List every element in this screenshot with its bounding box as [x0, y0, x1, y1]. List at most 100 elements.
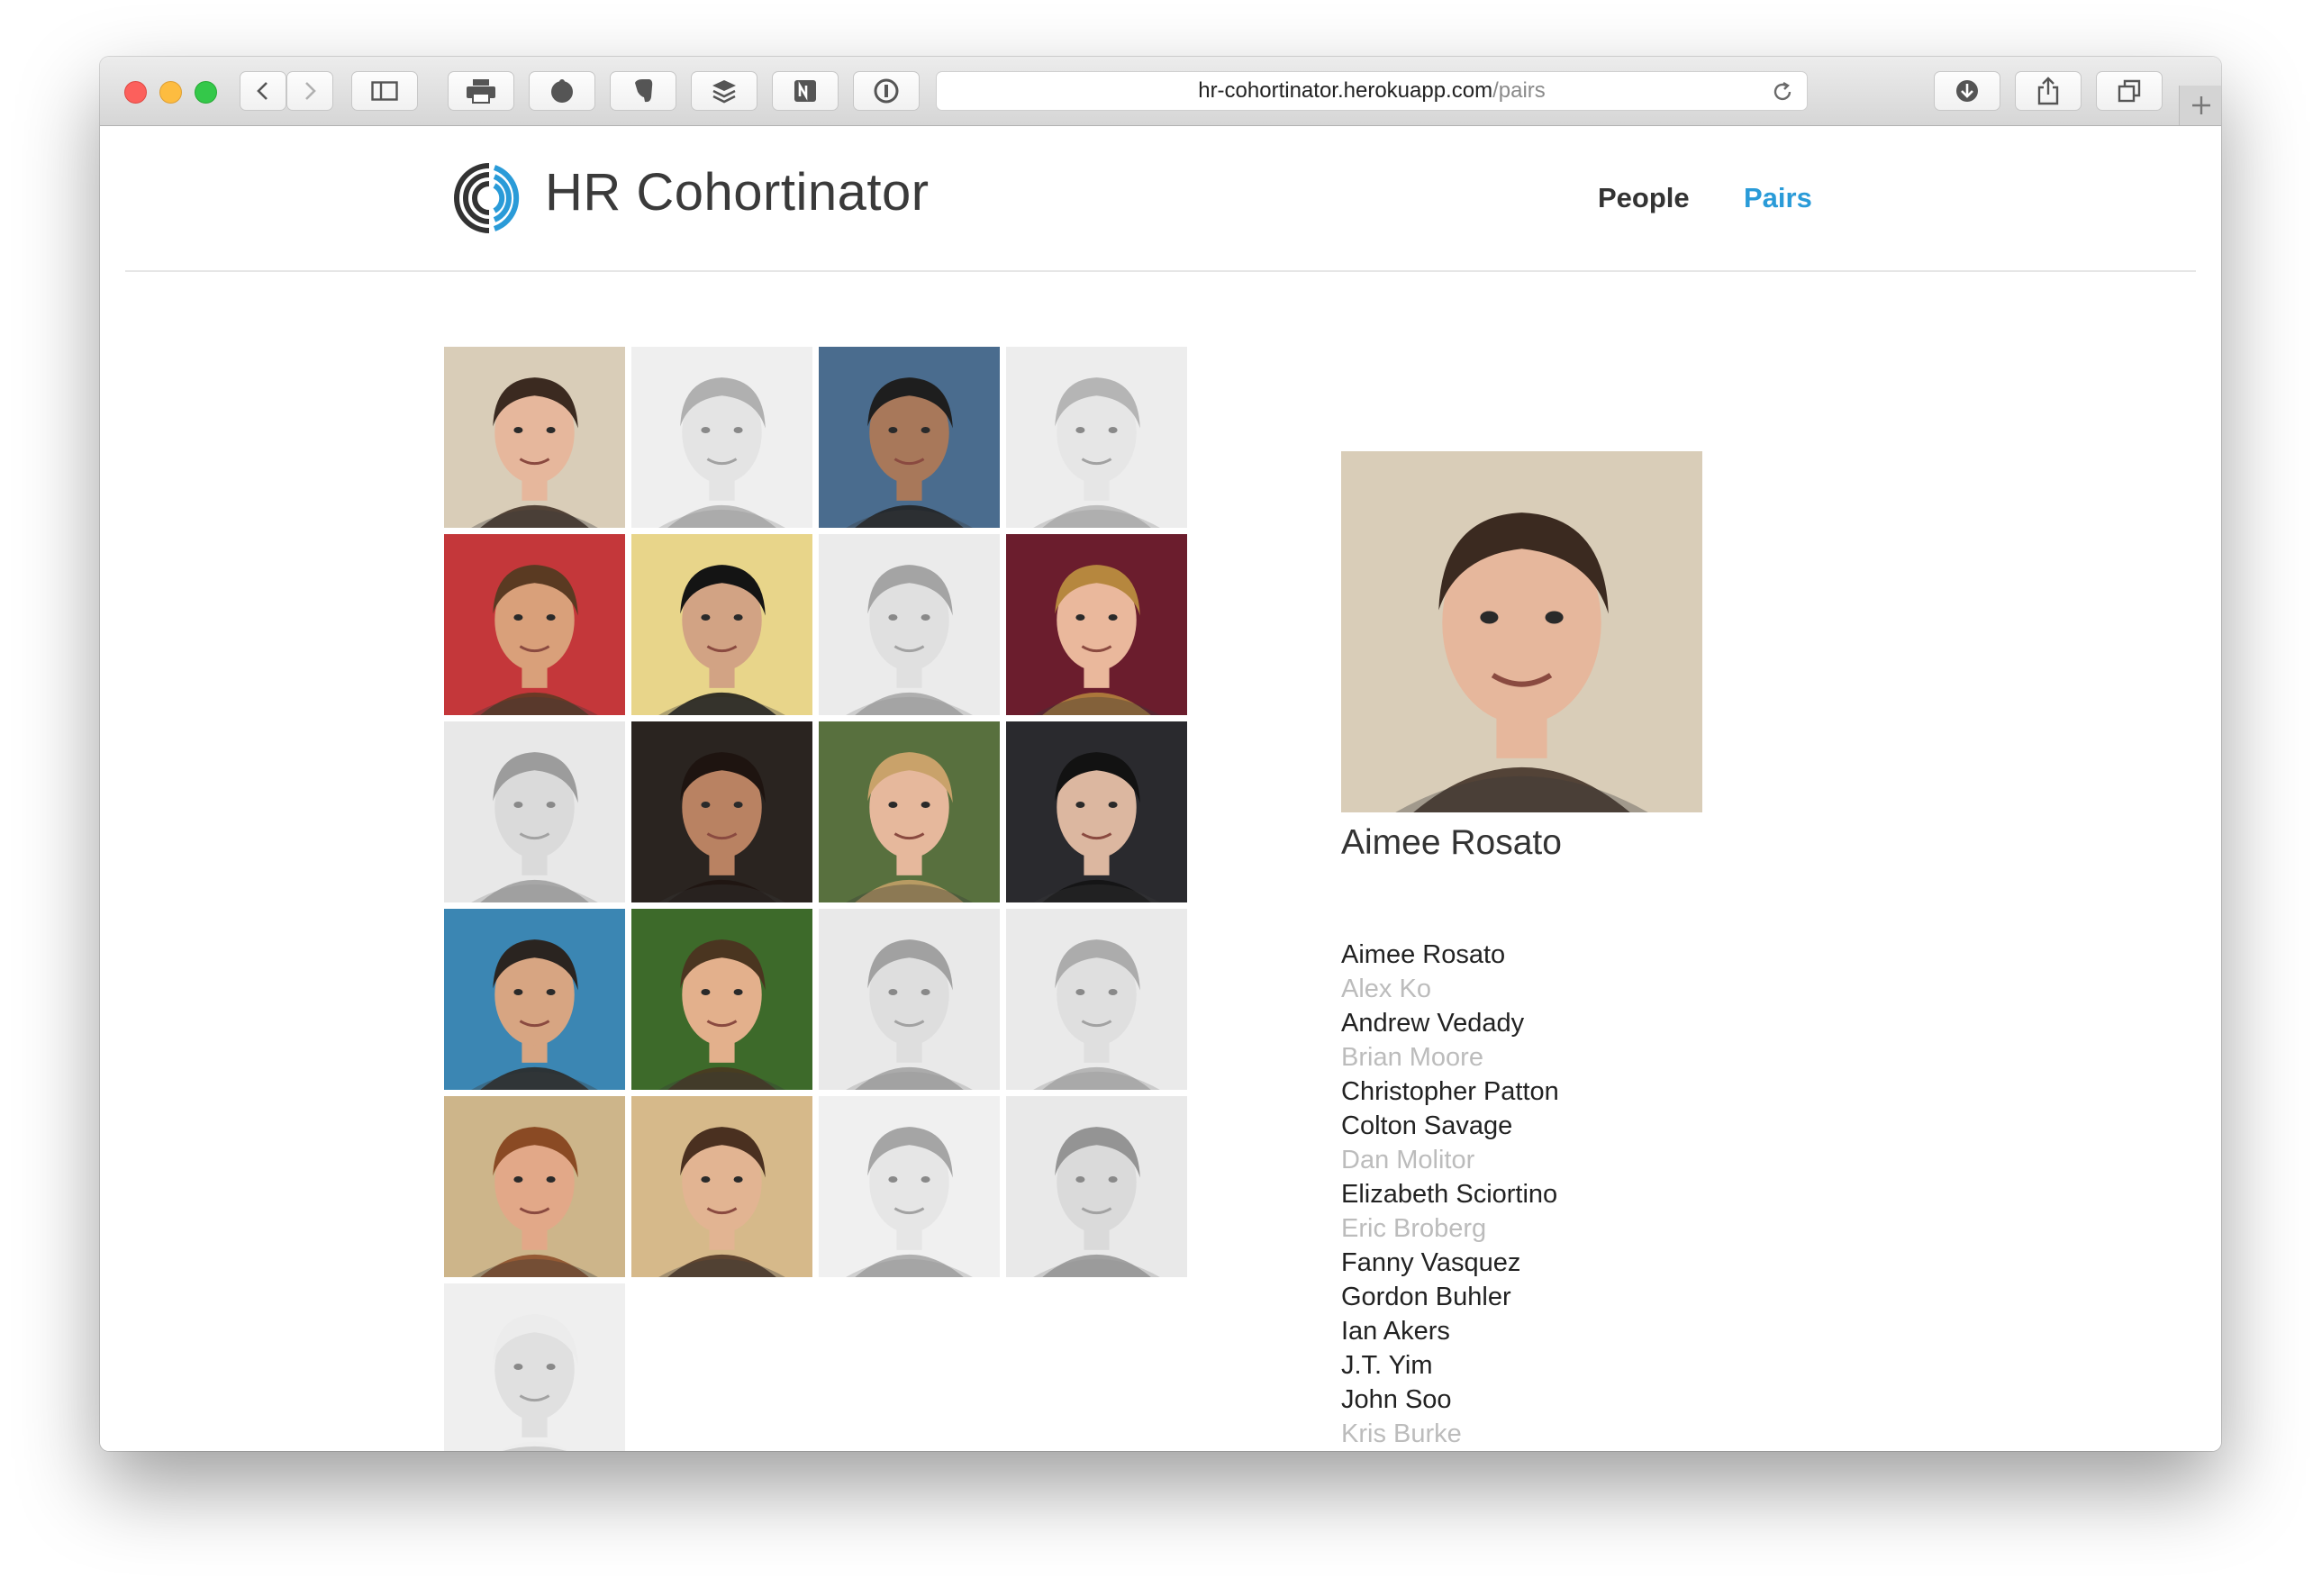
person-photo-tile[interactable]	[819, 1096, 1000, 1277]
selected-person-name: Aimee Rosato	[1341, 823, 1562, 862]
avatar	[819, 721, 1000, 902]
person-name-item[interactable]: Colton Savage	[1341, 1109, 1559, 1143]
person-name-item[interactable]: John Soo	[1341, 1383, 1559, 1417]
person-photo-tile[interactable]	[1006, 909, 1187, 1090]
avatar	[631, 1096, 812, 1277]
buffer-button[interactable]	[691, 71, 757, 111]
person-photo-tile[interactable]	[1006, 1096, 1187, 1277]
person-name-item[interactable]: Kris Burke	[1341, 1417, 1559, 1451]
extension-button-1[interactable]	[529, 71, 595, 111]
person-photo-tile[interactable]	[1006, 721, 1187, 902]
printer-icon	[467, 79, 495, 104]
person-photo-tile[interactable]	[819, 347, 1000, 528]
browser-window: hr-cohortinator.herokuapp.com/pairs HR C…	[100, 57, 2221, 1451]
reload-icon	[1773, 81, 1791, 101]
person-photo-tile[interactable]	[631, 721, 812, 902]
url-path: /pairs	[1492, 78, 1546, 103]
avatar	[444, 1283, 625, 1451]
person-photo-tile[interactable]	[444, 1283, 625, 1451]
person-name-item[interactable]: J.T. Yim	[1341, 1348, 1559, 1383]
chevron-right-icon	[305, 82, 316, 100]
avatar	[1006, 534, 1187, 715]
reload-button[interactable]	[1771, 80, 1794, 110]
extension-ghost-icon	[551, 79, 573, 103]
site-title[interactable]: HR Cohortinator	[545, 162, 930, 222]
person-name-item[interactable]: Ian Akers	[1341, 1314, 1559, 1348]
header-divider	[125, 270, 2196, 272]
sidebar-toggle-button[interactable]	[351, 71, 418, 111]
person-name-item[interactable]: Andrew Vedady	[1341, 1006, 1559, 1040]
person-photo-tile[interactable]	[444, 534, 625, 715]
person-photo-tile[interactable]	[631, 909, 812, 1090]
back-button[interactable]	[240, 71, 286, 111]
avatar	[819, 909, 1000, 1090]
onenote-button[interactable]	[772, 71, 839, 111]
zoom-window-button[interactable]	[195, 81, 217, 104]
avatar	[1006, 1096, 1187, 1277]
tab-overview-button[interactable]	[2096, 71, 2163, 111]
browser-toolbar: hr-cohortinator.herokuapp.com/pairs	[100, 57, 2221, 126]
avatar	[444, 534, 625, 715]
nav-pairs-link[interactable]: Pairs	[1744, 182, 1812, 214]
person-photo-tile[interactable]	[819, 534, 1000, 715]
close-window-button[interactable]	[124, 81, 147, 104]
person-photo-tile[interactable]	[631, 534, 812, 715]
avatar	[444, 1096, 625, 1277]
person-photo-tile[interactable]	[444, 721, 625, 902]
person-name-item[interactable]: Alex Ko	[1341, 972, 1559, 1006]
person-photo-tile[interactable]	[819, 721, 1000, 902]
people-name-list: Aimee Rosato Alex Ko Andrew Vedady Brian Mo…	[1341, 938, 1559, 1451]
new-tab-button[interactable]	[2179, 86, 2221, 125]
avatar	[819, 534, 1000, 715]
evernote-icon	[635, 79, 653, 103]
person-name-item[interactable]: Brian Moore	[1341, 1040, 1559, 1075]
avatar	[1006, 909, 1187, 1090]
person-photo-tile[interactable]	[819, 909, 1000, 1090]
address-bar[interactable]: hr-cohortinator.herokuapp.com/pairs	[936, 71, 1808, 111]
plus-icon	[2191, 96, 2210, 114]
person-photo-tile[interactable]	[1006, 347, 1187, 528]
person-name-item[interactable]: Elizabeth Sciortino	[1341, 1177, 1559, 1211]
person-name-item[interactable]: Eric Broberg	[1341, 1211, 1559, 1246]
person-name-item[interactable]: Fanny Vasquez	[1341, 1246, 1559, 1280]
onenote-icon	[794, 80, 816, 102]
downloads-button[interactable]	[1934, 71, 2000, 111]
print-button[interactable]	[448, 71, 514, 111]
avatar	[819, 347, 1000, 528]
evernote-button[interactable]	[610, 71, 676, 111]
avatar	[1341, 451, 1702, 812]
url-host: hr-cohortinator.herokuapp.com	[1198, 78, 1493, 103]
tabs-icon	[2118, 79, 2141, 103]
avatar	[1006, 347, 1187, 528]
forward-button[interactable]	[286, 71, 333, 111]
share-button[interactable]	[2015, 71, 2082, 111]
cohortinator-logo-icon[interactable]	[451, 160, 527, 240]
layers-icon	[712, 80, 736, 104]
person-photo-tile[interactable]	[444, 347, 625, 528]
person-name-item[interactable]: Dan Molitor	[1341, 1143, 1559, 1177]
site-header: HR Cohortinator People Pairs	[100, 126, 2221, 270]
avatar	[444, 909, 625, 1090]
selected-person-photo	[1341, 451, 1702, 812]
avatar	[819, 1096, 1000, 1277]
person-photo-tile[interactable]	[631, 1096, 812, 1277]
1password-icon	[874, 78, 899, 104]
person-name-item[interactable]: Gordon Buhler	[1341, 1280, 1559, 1314]
avatar	[444, 347, 625, 528]
avatar	[631, 721, 812, 902]
share-icon	[2037, 77, 2059, 105]
person-photo-tile[interactable]	[444, 1096, 625, 1277]
person-photo-tile[interactable]	[631, 347, 812, 528]
minimize-window-button[interactable]	[159, 81, 182, 104]
avatar	[631, 347, 812, 528]
nav-people-link[interactable]: People	[1598, 182, 1690, 214]
sidebar-icon	[371, 81, 398, 101]
avatar	[444, 721, 625, 902]
person-photo-tile[interactable]	[444, 909, 625, 1090]
page-content: HR Cohortinator People Pairs Aimee Rosat…	[100, 126, 2221, 1451]
avatar	[1006, 721, 1187, 902]
password-manager-button[interactable]	[853, 71, 920, 111]
person-name-item[interactable]: Aimee Rosato	[1341, 938, 1559, 972]
person-name-item[interactable]: Christopher Patton	[1341, 1075, 1559, 1109]
person-photo-tile[interactable]	[1006, 534, 1187, 715]
